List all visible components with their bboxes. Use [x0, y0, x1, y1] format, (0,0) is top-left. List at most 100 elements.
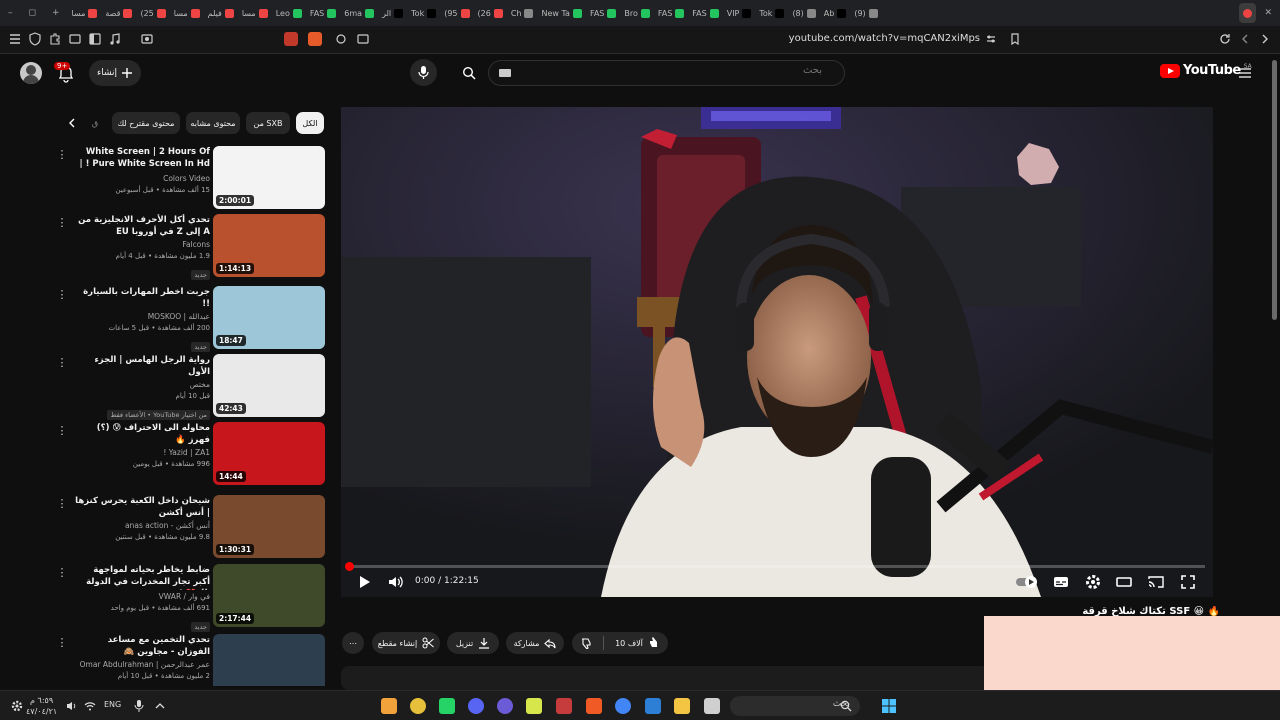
chip-all[interactable]: الكل: [296, 112, 324, 134]
share-button[interactable]: مشاركة: [506, 632, 564, 654]
system-clock[interactable]: ٦:٥٩ م ٤٧/٠٤/٢١: [26, 695, 57, 717]
recommendation-channel[interactable]: Colors Video: [74, 173, 210, 185]
recommendation-title[interactable]: محاوله الى الاحتراف 😰 (؟) فهرز 🔥: [74, 422, 210, 446]
whatsapp-icon[interactable]: [439, 698, 455, 714]
browser-tab[interactable]: فيلم: [204, 3, 238, 23]
page-scrollbar[interactable]: [1272, 60, 1277, 320]
browser-tab[interactable]: قصة: [101, 3, 136, 23]
recommendation-item[interactable]: ⋮ تحدي أكل الأحرف الانجليزية من A إلى Z ف…: [52, 214, 326, 280]
recommendation-channel[interactable]: في وار / VWAR: [74, 591, 210, 603]
menu-icon[interactable]: [8, 32, 22, 46]
search-input[interactable]: [622, 65, 822, 76]
chip-partial[interactable]: ق: [90, 112, 100, 134]
fullscreen-icon[interactable]: [1179, 573, 1197, 591]
tab-active-youtube[interactable]: [1239, 3, 1257, 23]
minimize-window-button[interactable]: –: [0, 8, 21, 18]
language-indicator[interactable]: ENG: [104, 700, 121, 709]
recommendation-thumbnail[interactable]: [213, 634, 325, 686]
seek-bar-handle[interactable]: [345, 562, 354, 571]
recommendation-title[interactable]: White Screen | 2 Hours Of Pure White Scr…: [74, 146, 211, 172]
brave-icon[interactable]: [586, 698, 602, 714]
sync-icon[interactable]: [334, 32, 348, 46]
wifi-icon[interactable]: [84, 700, 96, 712]
recommendation-item[interactable]: ⋮ جربت اخطر المهارات بالسيارة !! عبدالله |…: [52, 286, 326, 352]
recommendation-item[interactable]: ⋮ ضابط يخاطر بحياته لمواجهة أكبر تجار الم…: [52, 564, 326, 632]
browser-tab[interactable]: (25: [136, 3, 169, 23]
recommendation-title[interactable]: رواية الرجل الهامس | الجزء الأول: [74, 354, 210, 378]
recommendation-thumbnail[interactable]: 14:44: [213, 422, 325, 485]
recommendation-thumbnail[interactable]: 42:43: [213, 354, 325, 417]
recommendation-channel[interactable]: أنس أكشن - anas action: [74, 520, 210, 532]
browser-tab[interactable]: New Ta: [537, 3, 585, 23]
taskbar-search[interactable]: بحث: [730, 696, 860, 716]
app-icon-6[interactable]: [526, 698, 542, 714]
play-icon[interactable]: [355, 573, 373, 591]
seek-bar[interactable]: [345, 562, 1205, 571]
recommendation-channel[interactable]: Falcons: [74, 239, 210, 251]
browser-tab[interactable]: FAS: [654, 3, 688, 23]
cast-icon[interactable]: [356, 32, 370, 46]
gear-icon[interactable]: [10, 699, 24, 713]
browser-tab[interactable]: Tok: [755, 3, 788, 23]
back-arrow-icon[interactable]: [1238, 32, 1252, 46]
new-tab-button[interactable]: +: [44, 8, 68, 18]
task-view-icon[interactable]: [704, 698, 720, 714]
discord-icon[interactable]: [468, 698, 484, 714]
browser-tab[interactable]: FAS: [688, 3, 722, 23]
more-options-icon[interactable]: ⋮: [56, 216, 68, 230]
more-options-icon[interactable]: ⋮: [56, 148, 68, 162]
chip-recommended[interactable]: محتوى مقترح لك: [112, 112, 180, 134]
browser-tab[interactable]: (26: [474, 3, 507, 23]
brave-shield-icon[interactable]: [308, 32, 322, 46]
speaker-icon[interactable]: [66, 700, 78, 712]
app-icon-7[interactable]: [556, 698, 572, 714]
avatar[interactable]: [20, 62, 42, 84]
app-icon-5[interactable]: [497, 698, 513, 714]
windows-start-icon[interactable]: [881, 698, 897, 714]
extension-badge-icon[interactable]: [284, 32, 298, 46]
video-player[interactable]: 0:00 / 1:22:15: [341, 107, 1213, 597]
browser-tab[interactable]: مسا: [68, 3, 102, 23]
recommendation-channel[interactable]: عبدالله | MOSKOO: [74, 311, 210, 323]
more-options-icon[interactable]: ⋮: [56, 288, 68, 302]
recommendation-title[interactable]: تحدي التخمين مع مساعد الفوزان - مجاوين 🙈: [74, 634, 210, 658]
microphone-icon[interactable]: [133, 699, 145, 713]
search-field[interactable]: [488, 60, 845, 86]
recommendation-channel[interactable]: Yazid | ZA1 !: [74, 447, 210, 459]
recommendation-thumbnail[interactable]: 2:17:44: [213, 564, 325, 627]
recommendation-item[interactable]: ⋮ رواية الرجل الهامس | الجزء الأول مختص قبل…: [52, 354, 326, 420]
browser-tab[interactable]: (9): [850, 3, 881, 23]
sidebar-icon[interactable]: [88, 32, 102, 46]
chrome-icon[interactable]: [615, 698, 631, 714]
browser-tab[interactable]: FAS: [306, 3, 340, 23]
browser-tab[interactable]: FAS: [586, 3, 620, 23]
subtitles-icon[interactable]: [1052, 573, 1070, 591]
screenshot-icon[interactable]: [140, 32, 154, 46]
music-icon[interactable]: [108, 32, 122, 46]
shield-icon[interactable]: [28, 32, 42, 46]
keyboard-icon[interactable]: [499, 69, 511, 77]
browser-tab[interactable]: مسا: [170, 3, 204, 23]
app-icon-1[interactable]: [381, 698, 397, 714]
more-options-icon[interactable]: ⋮: [56, 566, 68, 580]
recommendation-item[interactable]: ⋮ محاوله الى الاحتراف 😰 (؟) فهرز 🔥 Yazid |…: [52, 422, 326, 486]
reload-icon[interactable]: [1218, 32, 1232, 46]
guide-menu-icon[interactable]: [1238, 66, 1252, 80]
chevron-up-icon[interactable]: [154, 700, 166, 712]
store-icon[interactable]: [645, 698, 661, 714]
volume-icon[interactable]: [386, 573, 404, 591]
forward-arrow-icon[interactable]: [1258, 32, 1272, 46]
browser-tab[interactable]: (95: [440, 3, 473, 23]
recommendation-item[interactable]: ⋮ White Screen | 2 Hours Of Pure White Sc…: [52, 146, 326, 210]
autoplay-toggle-icon[interactable]: [1015, 573, 1039, 591]
recommendation-title[interactable]: جربت اخطر المهارات بالسيارة !!: [74, 286, 210, 310]
browser-tab[interactable]: Ch: [507, 3, 538, 23]
dislike-icon[interactable]: [580, 637, 592, 649]
recommendation-thumbnail[interactable]: 1:30:31: [213, 495, 325, 558]
more-actions-button[interactable]: ⋯: [342, 632, 364, 654]
recommendation-channel[interactable]: عمر عبدالرحمن | Omar Abdulrahman: [74, 659, 210, 671]
site-settings-icon[interactable]: [984, 32, 998, 46]
browser-tab[interactable]: Ab: [820, 3, 851, 23]
like-icon[interactable]: [648, 637, 660, 649]
create-button[interactable]: إنشاء: [89, 60, 141, 86]
